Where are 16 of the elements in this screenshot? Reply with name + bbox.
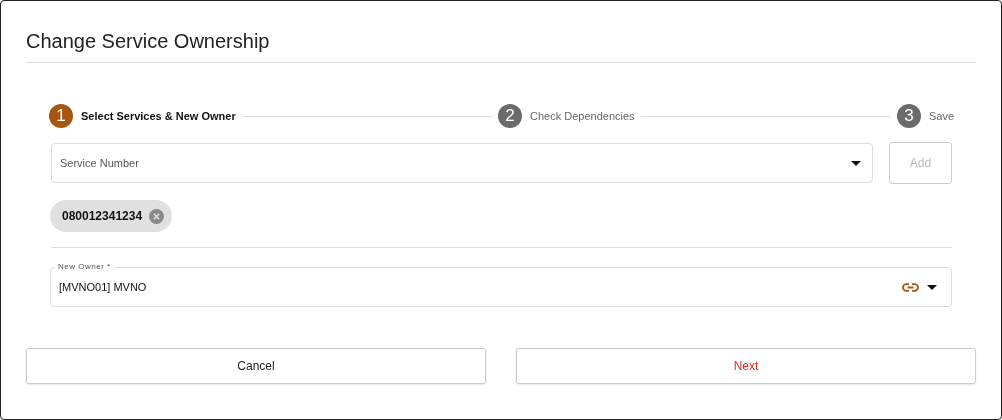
step-number[interactable]: 2 <box>498 104 522 128</box>
step-number[interactable]: 1 <box>49 104 73 128</box>
cancel-button[interactable]: Cancel <box>26 348 486 384</box>
service-number-field[interactable]: Service Number <box>51 143 873 183</box>
link-icon[interactable] <box>902 282 919 292</box>
caret-icon <box>851 161 861 166</box>
step-number[interactable]: 3 <box>896 104 921 128</box>
dialog-title: Change Service Ownership <box>26 29 271 53</box>
step-label[interactable]: Check Dependencies <box>530 110 635 122</box>
field-value: [MVNO01] MVNO <box>59 281 148 293</box>
caret-icon <box>927 284 937 290</box>
chip-label: 080012341234 <box>62 209 143 223</box>
next-button[interactable]: Next <box>516 348 976 384</box>
remove-icon[interactable] <box>149 208 165 224</box>
step-label[interactable]: Select Services & New Owner <box>81 110 236 122</box>
step-label[interactable]: Save <box>928 110 954 122</box>
